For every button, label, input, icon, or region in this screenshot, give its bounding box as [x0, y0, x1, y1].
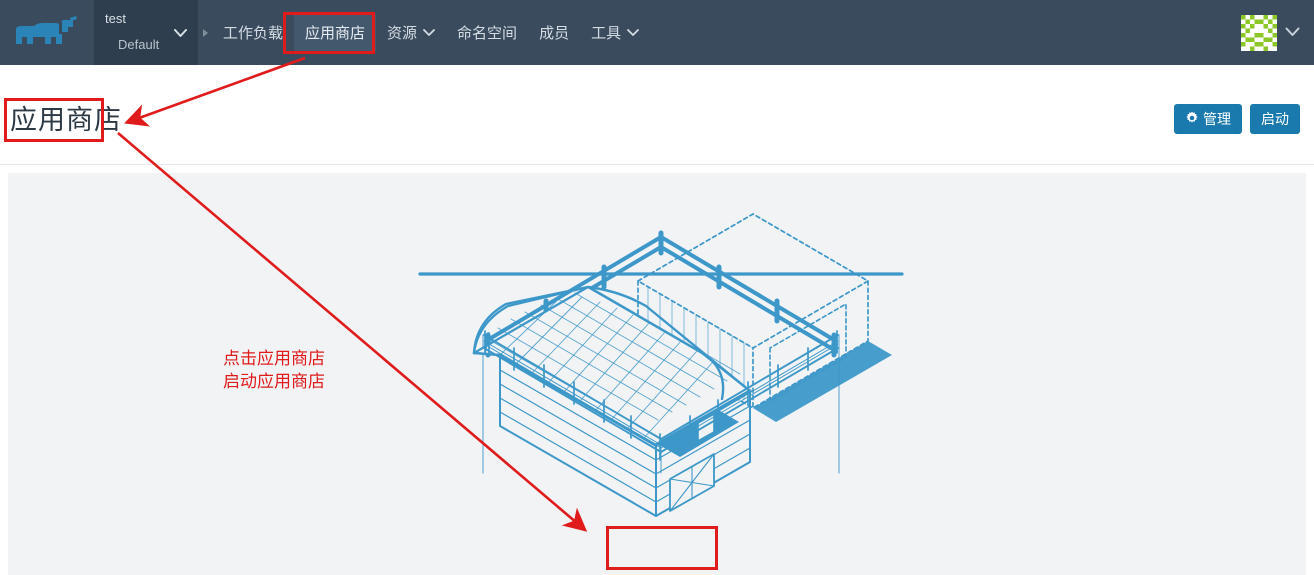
nav-item-label: 命名空间 — [457, 25, 518, 42]
nav-item-label: 工具 — [591, 25, 622, 42]
project-name: Default — [118, 37, 160, 52]
app-root: test Default 工作负载 应用商店 资源 命名空间 成员 工具 应用商… — [0, 0, 1314, 575]
manage-button-label: 管理 — [1203, 111, 1231, 127]
chevron-down-icon — [174, 26, 187, 41]
avatar-icon — [1241, 14, 1277, 51]
nav-item-list: 工作负载 应用商店 资源 命名空间 成员 工具 — [212, 0, 650, 65]
rancher-cow-logo[interactable] — [0, 0, 94, 65]
top-navbar: test Default 工作负载 应用商店 资源 命名空间 成员 工具 — [0, 0, 1314, 65]
caret-right-icon — [198, 0, 212, 65]
cluster-name: test — [105, 11, 126, 26]
chevron-down-icon — [423, 24, 435, 41]
catalog-empty-state-panel: + 启动 — [8, 173, 1306, 575]
page-header — [0, 65, 1314, 168]
user-identicon-avatar[interactable] — [1241, 14, 1277, 51]
gear-icon — [1185, 110, 1199, 128]
nav-item-workloads[interactable]: 工作负载 — [212, 14, 294, 52]
annotation-note-text: 点击应用商店 启动应用商店 — [223, 349, 325, 391]
nav-item-members[interactable]: 成员 — [528, 14, 580, 52]
nav-item-app-store[interactable]: 应用商店 — [294, 13, 377, 52]
header-divider — [0, 164, 1314, 165]
page-title: 应用商店 — [10, 105, 122, 135]
launch-header-button[interactable]: 启动 — [1250, 104, 1300, 134]
chevron-down-icon — [627, 24, 639, 41]
header-action-buttons: 管理 启动 — [1174, 104, 1300, 134]
nav-item-label: 应用商店 — [305, 25, 366, 42]
navbar-user-area — [1241, 0, 1300, 65]
nav-item-label: 工作负载 — [223, 25, 284, 42]
launch-header-button-label: 启动 — [1261, 111, 1289, 127]
nav-item-tools[interactable]: 工具 — [580, 14, 650, 52]
cluster-project-selector[interactable]: test Default — [94, 0, 198, 65]
rancher-cow-logo-icon — [16, 15, 77, 44]
chevron-down-icon[interactable] — [1285, 24, 1300, 42]
nav-item-label: 成员 — [539, 25, 570, 42]
nav-item-namespaces[interactable]: 命名空间 — [446, 14, 528, 52]
nav-item-resources[interactable]: 资源 — [376, 14, 446, 52]
nav-item-label: 资源 — [387, 25, 418, 42]
rancher-farm-barn-empty-state-illustration — [418, 213, 904, 517]
manage-button[interactable]: 管理 — [1174, 104, 1242, 134]
